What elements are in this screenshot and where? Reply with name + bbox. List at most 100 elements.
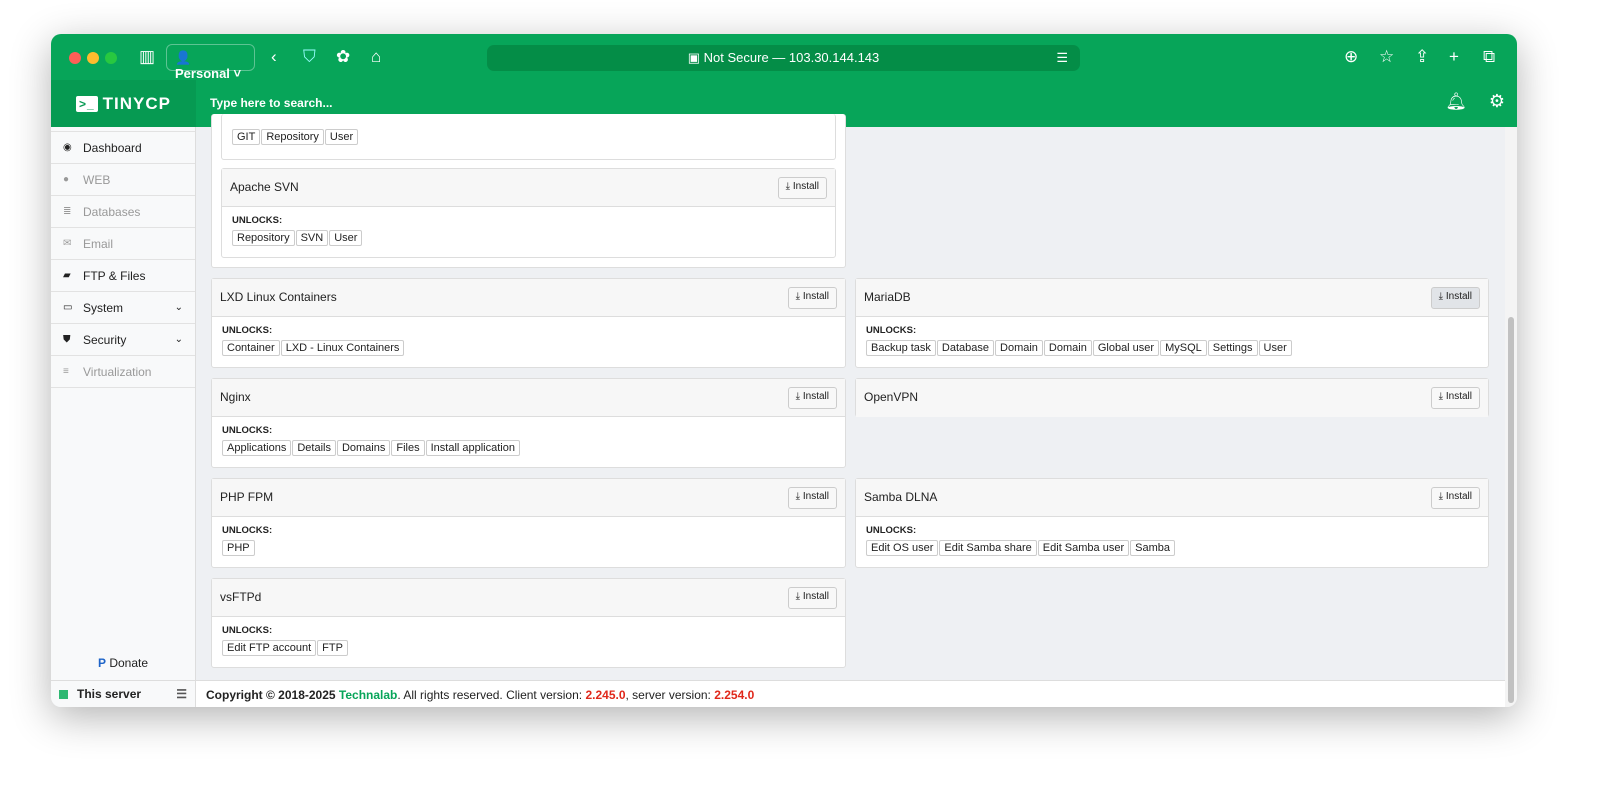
download-icon: ⤓: [795, 391, 801, 402]
unlock-tag: LXD - Linux Containers: [280, 340, 405, 356]
unlock-tag: Domain: [995, 340, 1043, 356]
unlock-tag: User: [324, 129, 359, 145]
unlock-tag: Files: [391, 440, 425, 456]
sidebar-item-security[interactable]: ⛊ Security ⌄: [51, 324, 195, 356]
install-label: Install: [802, 291, 829, 302]
unlock-tag: Domain: [1043, 340, 1092, 356]
package-title: Apache SVN: [230, 180, 299, 194]
profile-label: Personal: [175, 66, 230, 81]
profile-button[interactable]: 👤 Personal ˅: [166, 44, 255, 81]
sidebar-item-label: Security: [83, 332, 127, 347]
package-card-openvpn: OpenVPN ⤓ Install: [855, 378, 1489, 417]
shield-check-icon[interactable]: ⛉: [303, 47, 316, 67]
package-card-vsftpd: vsFTPd ⤓ Install UNLOCKS: Edit FTP account F…: [211, 578, 846, 668]
install-button[interactable]: ⤓ Install: [787, 387, 837, 409]
install-button[interactable]: ⤓ Install: [1430, 287, 1480, 309]
maximize-window-button[interactable]: [105, 52, 117, 64]
home-icon[interactable]: ⌂: [371, 47, 381, 67]
donate-link[interactable]: P Donate: [51, 656, 195, 670]
footer-text-2: , server version:: [625, 688, 711, 702]
hdd-icon: ▭: [63, 302, 73, 313]
install-label: Install: [802, 591, 829, 602]
bell-icon[interactable]: 🔔︎: [1445, 92, 1467, 112]
extension-icon[interactable]: ✿: [336, 47, 350, 67]
package-title: MariaDB: [864, 290, 911, 304]
unlocks-label: UNLOCKS:: [866, 325, 917, 336]
sidebar-item-dashboard[interactable]: ◉ Dashboard: [51, 132, 195, 164]
minimize-window-button[interactable]: [87, 52, 99, 64]
scrollbar-thumb[interactable]: [1508, 317, 1514, 703]
install-label: Install: [1445, 291, 1472, 302]
install-button[interactable]: ⤓ Install: [777, 177, 827, 199]
footer-text: . All rights reserved. Client version:: [397, 688, 583, 702]
back-icon[interactable]: ‹: [271, 47, 277, 67]
terminal-icon: ▣: [687, 50, 701, 65]
unlocks-label: UNLOCKS:: [866, 525, 917, 536]
server-list-icon[interactable]: ☰: [176, 687, 187, 701]
package-card-php-fpm: PHP FPM ⤓ Install UNLOCKS: PHP: [211, 478, 846, 568]
sidebar-item-label: System: [83, 300, 124, 315]
copyright: Copyright © 2018-2025: [206, 688, 336, 702]
address-bar[interactable]: ▣ Not Secure — 103.30.144.143 ☰: [487, 45, 1080, 71]
download-icon: ⤓: [1438, 491, 1444, 502]
sidebar-item-databases[interactable]: ≣ Databases: [51, 196, 195, 228]
unlock-tag: Install application: [425, 440, 520, 456]
sidebar-item-email[interactable]: ✉ Email: [51, 228, 195, 260]
url-text: Not Secure — 103.30.144.143: [703, 50, 880, 65]
package-title: vsFTPd: [220, 590, 262, 604]
download-icon[interactable]: ⊕: [1344, 47, 1358, 67]
unlock-tag: Samba: [1130, 540, 1175, 556]
company-link[interactable]: Technalab: [339, 688, 397, 702]
install-label: Install: [1445, 491, 1472, 502]
unlock-tag: Repository: [232, 230, 295, 246]
globe-icon: ●: [63, 174, 70, 185]
envelope-icon: ✉: [63, 238, 72, 249]
unlock-tag: User: [329, 230, 363, 246]
package-group: GIT Repository User Apache SVN ⤓ Install UNL…: [211, 114, 846, 268]
unlock-tag: Edit OS user: [866, 540, 939, 556]
sidebar-item-virtualization[interactable]: ≡ Virtualization: [51, 356, 195, 388]
new-tab-icon[interactable]: +: [1449, 47, 1459, 67]
server-version: 2.254.0: [714, 688, 755, 702]
unlock-tag: Repository: [261, 129, 324, 145]
chevron-down-icon: ⌄: [174, 302, 183, 313]
tabs-overview-icon[interactable]: ⧉: [1483, 47, 1495, 67]
scrollbar[interactable]: [1505, 127, 1517, 707]
bookmark-star-icon[interactable]: ☆: [1379, 47, 1394, 67]
reader-icon[interactable]: ☰: [1056, 45, 1068, 71]
sidebar-item-ftp-files[interactable]: ▰ FTP & Files: [51, 260, 195, 292]
install-button[interactable]: ⤓ Install: [787, 587, 837, 609]
sidebar-item-label: Databases: [83, 204, 141, 219]
sidebar-item-web[interactable]: ● WEB: [51, 164, 195, 196]
close-window-button[interactable]: [69, 52, 81, 64]
install-label: Install: [792, 181, 819, 192]
sidebar-item-system[interactable]: ▭ System ⌄: [51, 292, 195, 324]
unlock-tag: Edit Samba user: [1037, 540, 1130, 556]
install-label: Install: [802, 491, 829, 502]
server-status-icon: [59, 689, 68, 699]
unlock-tag: Edit Samba share: [939, 540, 1037, 556]
install-button[interactable]: ⤓ Install: [1430, 487, 1480, 509]
server-selector[interactable]: This server ☰: [51, 680, 195, 707]
unlock-tag: Domains: [336, 440, 391, 456]
unlock-tag: Container: [222, 340, 280, 356]
sidebar-item-label: Email: [83, 236, 114, 251]
unlock-tag: MySQL: [1160, 340, 1207, 356]
unlock-tag: Global user: [1092, 340, 1160, 356]
settings-gears-icon[interactable]: ⚙: [1489, 91, 1505, 112]
download-icon: ⤓: [1438, 391, 1444, 402]
sidebar-toggle-icon[interactable]: ▥: [139, 47, 155, 67]
install-button[interactable]: ⤓ Install: [1430, 387, 1480, 409]
browser-window: ▥ 👤 Personal ˅ ‹ ⛉ ✿ ⌂ ▣ Not Secure — 10…: [51, 34, 1517, 707]
package-title: Nginx: [220, 390, 251, 404]
unlocks-label: UNLOCKS:: [222, 325, 273, 336]
install-button[interactable]: ⤓ Install: [787, 487, 837, 509]
unlock-tag: Settings: [1207, 340, 1258, 356]
paypal-icon: P: [97, 656, 106, 670]
search-input[interactable]: Type here to search...: [210, 96, 333, 110]
install-button[interactable]: ⤓ Install: [787, 287, 837, 309]
unlocks-label: UNLOCKS:: [222, 425, 273, 436]
logo[interactable]: >_ TINYCP: [51, 80, 196, 127]
share-icon[interactable]: ⇪: [1415, 47, 1429, 67]
dashboard-icon: ◉: [63, 142, 72, 153]
